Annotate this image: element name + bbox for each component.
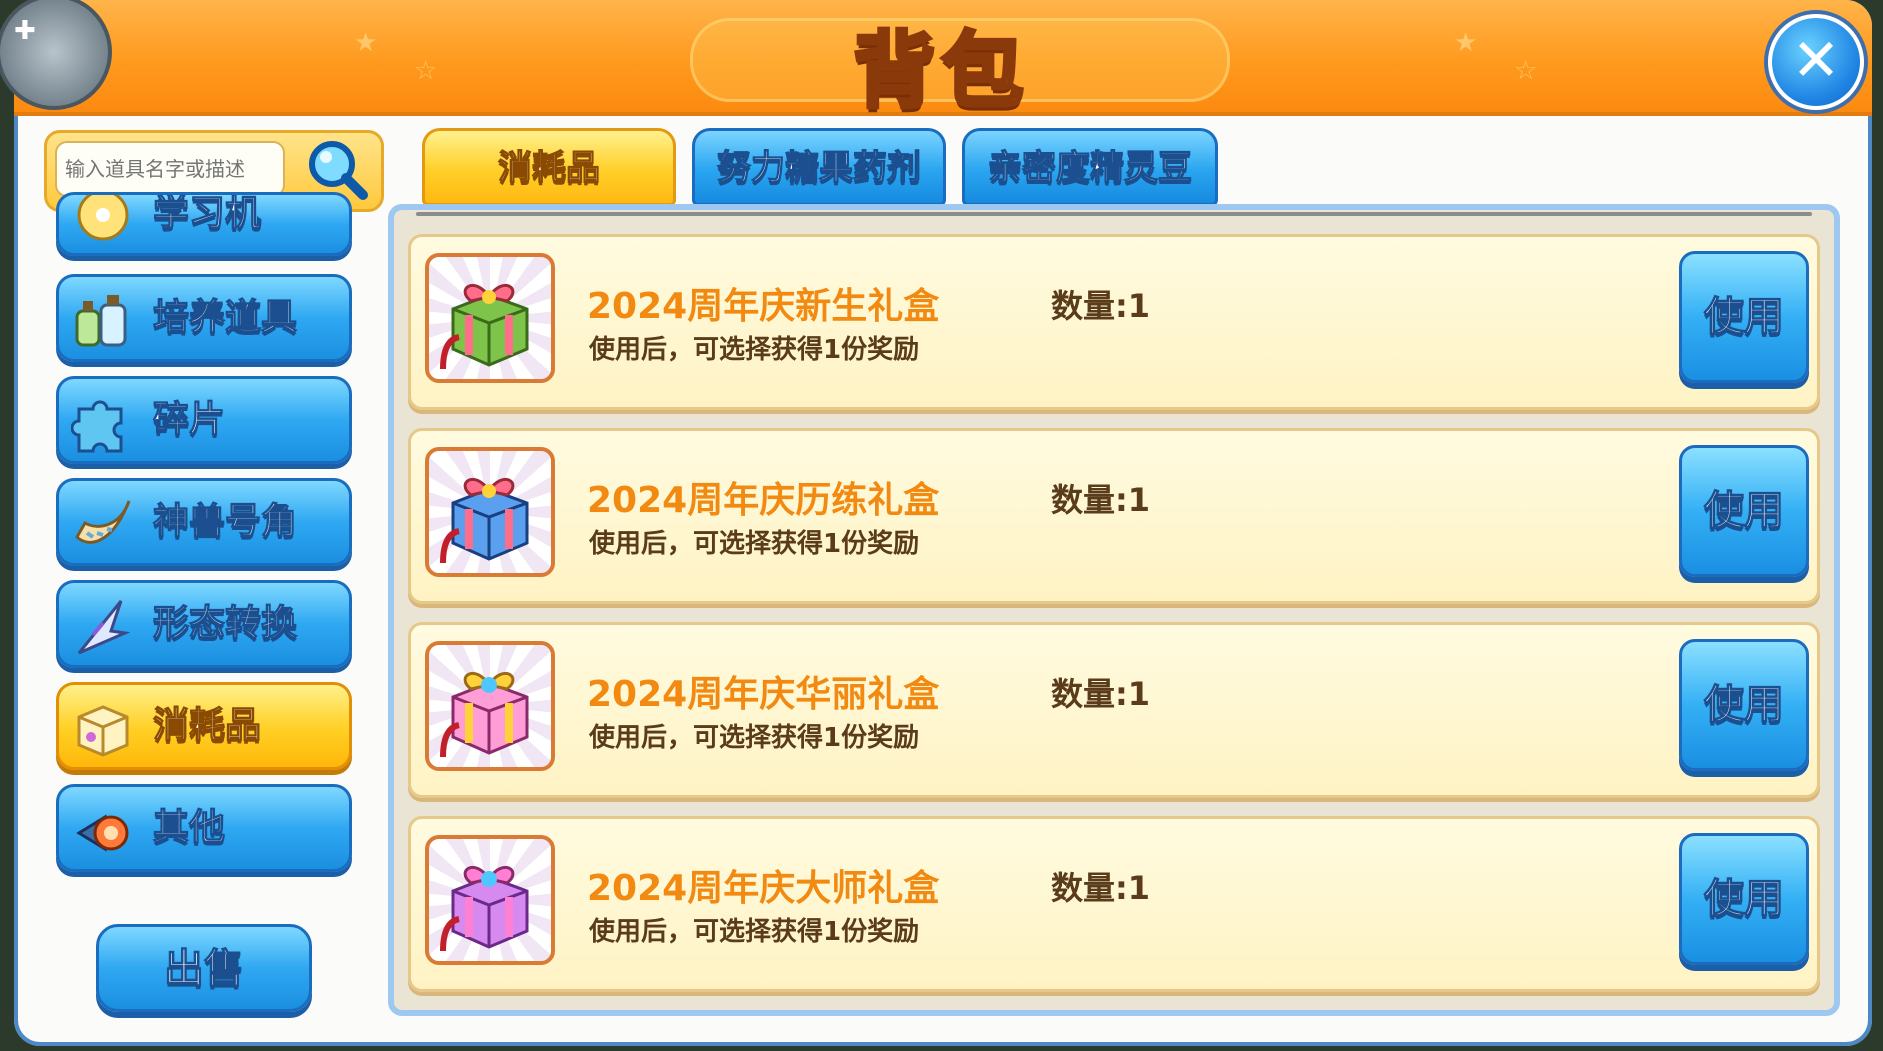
- use-button[interactable]: 使用: [1679, 639, 1809, 771]
- sidebar-item-label: 学习机: [152, 193, 262, 235]
- sidebar-item-label: 神兽号角: [152, 500, 298, 542]
- disc-icon: [71, 195, 135, 247]
- use-button[interactable]: 使用: [1679, 833, 1809, 965]
- divider: [416, 212, 1812, 216]
- bottles-icon: [71, 289, 135, 353]
- item-name: 2024周年庆新生礼盒: [587, 286, 940, 327]
- sidebar-item-consumables[interactable]: 消耗品: [56, 682, 352, 770]
- gift-box-icon[interactable]: [425, 253, 555, 383]
- item-description: 使用后，可选择获得1份奖励: [589, 529, 920, 559]
- item-quantity: 数量:1: [1051, 287, 1151, 325]
- list-item: 2024周年庆华丽礼盒 使用后，可选择获得1份奖励 数量:1 使用: [408, 622, 1820, 798]
- sidebar-item-learning-machine[interactable]: 学习机: [56, 192, 352, 256]
- puzzle-icon: [71, 391, 135, 455]
- sidebar-item-label: 培养道具: [152, 296, 298, 338]
- sell-button[interactable]: 出售: [96, 924, 312, 1012]
- sidebar-item-label: 碎片: [152, 398, 226, 440]
- sidebar-item-other[interactable]: 其他: [56, 784, 352, 872]
- item-description: 使用后，可选择获得1份奖励: [589, 723, 920, 753]
- sidebar-item-form-change[interactable]: 形态转换: [56, 580, 352, 668]
- sidebar-item-label: 其他: [152, 806, 226, 848]
- gem-icon: [71, 799, 135, 863]
- gift-box-icon[interactable]: [425, 835, 555, 965]
- gift-box-icon[interactable]: [425, 641, 555, 771]
- item-description: 使用后，可选择获得1份奖励: [589, 917, 920, 947]
- item-quantity: 数量:1: [1051, 675, 1151, 713]
- item-name: 2024周年庆大师礼盒: [587, 868, 940, 909]
- gift-box-icon[interactable]: [425, 447, 555, 577]
- close-icon: ✕: [1791, 26, 1841, 94]
- item-description: 使用后，可选择获得1份奖励: [589, 335, 920, 365]
- list-item: 2024周年庆新生礼盒 使用后，可选择获得1份奖励 数量:1 使用: [408, 234, 1820, 410]
- sidebar-item-label: 消耗品: [152, 704, 262, 746]
- box-icon: [71, 697, 135, 761]
- item-name: 2024周年庆历练礼盒: [587, 480, 940, 521]
- page-title: 背包: [851, 22, 1030, 121]
- sidebar-item-training[interactable]: 培养道具: [56, 274, 352, 362]
- list-item: 2024周年庆大师礼盒 使用后，可选择获得1份奖励 数量:1 使用: [408, 816, 1820, 992]
- sidebar-item-beast-horn[interactable]: 神兽号角: [56, 478, 352, 566]
- horn-icon: [71, 493, 135, 557]
- tab-effort-candy[interactable]: 努力糖果药剂: [692, 128, 946, 206]
- sidebar-item-label: 形态转换: [152, 602, 298, 644]
- item-quantity: 数量:1: [1051, 869, 1151, 907]
- controller-icon: ✚: [14, 16, 36, 46]
- use-button[interactable]: 使用: [1679, 251, 1809, 383]
- tab-intimacy-beans[interactable]: 亲密度精灵豆: [962, 128, 1218, 206]
- search-input[interactable]: [55, 141, 285, 197]
- use-button[interactable]: 使用: [1679, 445, 1809, 577]
- list-item: 2024周年庆历练礼盒 使用后，可选择获得1份奖励 数量:1 使用: [408, 428, 1820, 604]
- tab-consumables[interactable]: 消耗品: [422, 128, 676, 206]
- sidebar-item-fragments[interactable]: 碎片: [56, 376, 352, 464]
- close-button[interactable]: ✕: [1768, 14, 1864, 110]
- blade-icon: [71, 595, 135, 659]
- item-name: 2024周年庆华丽礼盒: [587, 674, 940, 715]
- item-quantity: 数量:1: [1051, 481, 1151, 519]
